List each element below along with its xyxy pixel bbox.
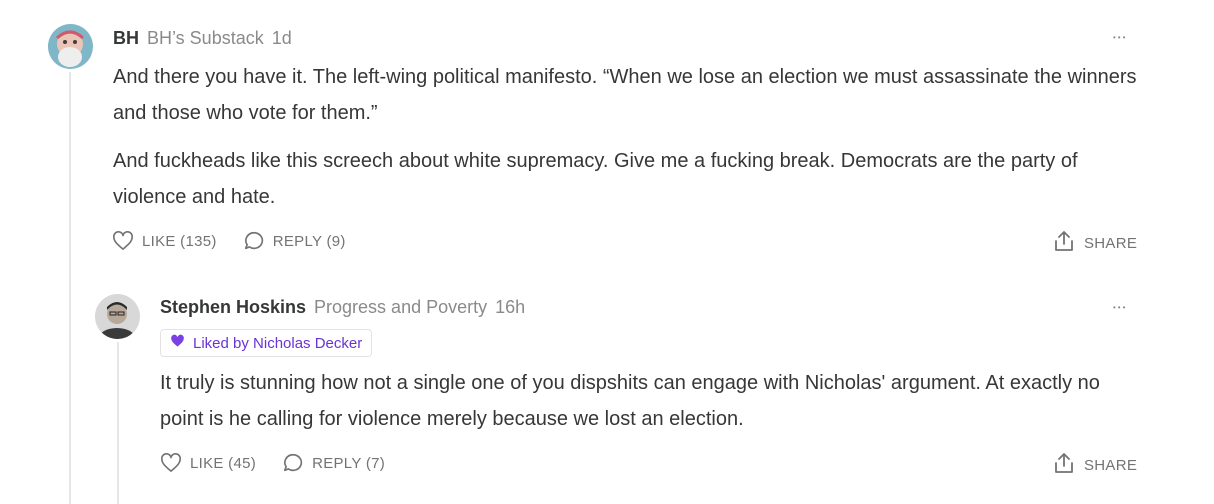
comment-paragraph: And fuckheads like this screech about wh… [113,150,1078,208]
author-name[interactable]: BH [113,28,139,49]
avatar[interactable] [95,294,140,339]
thread-line-reply [117,342,119,504]
heart-icon [160,453,182,473]
comment-paragraph: It truly is stunning how not a single on… [160,372,1100,430]
share-button[interactable]: SHARE [1054,452,1137,478]
comment-body: It truly is stunning how not a single on… [160,365,1145,449]
like-label: LIKE (45) [190,454,257,472]
like-label: LIKE (135) [142,232,217,250]
share-label: SHARE [1084,234,1138,252]
speech-bubble-icon [243,230,265,252]
comment-age[interactable]: 16h [495,297,525,318]
share-button[interactable]: SHARE [1054,230,1137,256]
comment-body: And there you have it. The left-wing pol… [113,59,1153,227]
reply-button[interactable]: REPLY (9) [243,230,346,252]
share-icon [1054,230,1074,256]
comment-header: Stephen Hoskins Progress and Poverty 16h [160,297,525,318]
heart-icon [112,231,134,251]
more-options-icon[interactable]: ••• [1113,33,1127,43]
comment-actions: LIKE (135) REPLY (9) [112,230,372,252]
avatar[interactable] [48,24,93,69]
thread-line-top [69,72,71,504]
reply-label: REPLY (9) [272,232,346,250]
comment-actions: LIKE (45) REPLY (7) [160,452,411,474]
speech-bubble-icon [282,452,304,474]
more-options-icon[interactable]: ••• [1113,303,1127,313]
share-label: SHARE [1084,456,1138,474]
comment-age[interactable]: 1d [272,28,292,49]
reply-button[interactable]: REPLY (7) [282,452,385,474]
comment-header: BH BH’s Substack 1d [113,28,292,49]
like-button[interactable]: LIKE (135) [112,231,217,251]
publication-name[interactable]: BH’s Substack [147,28,264,49]
reply-label: REPLY (7) [312,454,386,472]
heart-filled-icon [170,334,185,352]
author-name[interactable]: Stephen Hoskins [160,297,306,318]
comment-paragraph: And there you have it. The left-wing pol… [113,66,1137,124]
share-icon [1054,452,1074,478]
liked-by-badge: Liked by Nicholas Decker [160,329,373,357]
liked-by-label: Liked by Nicholas Decker [193,334,363,352]
publication-name[interactable]: Progress and Poverty [314,297,487,318]
like-button[interactable]: LIKE (45) [160,453,256,473]
